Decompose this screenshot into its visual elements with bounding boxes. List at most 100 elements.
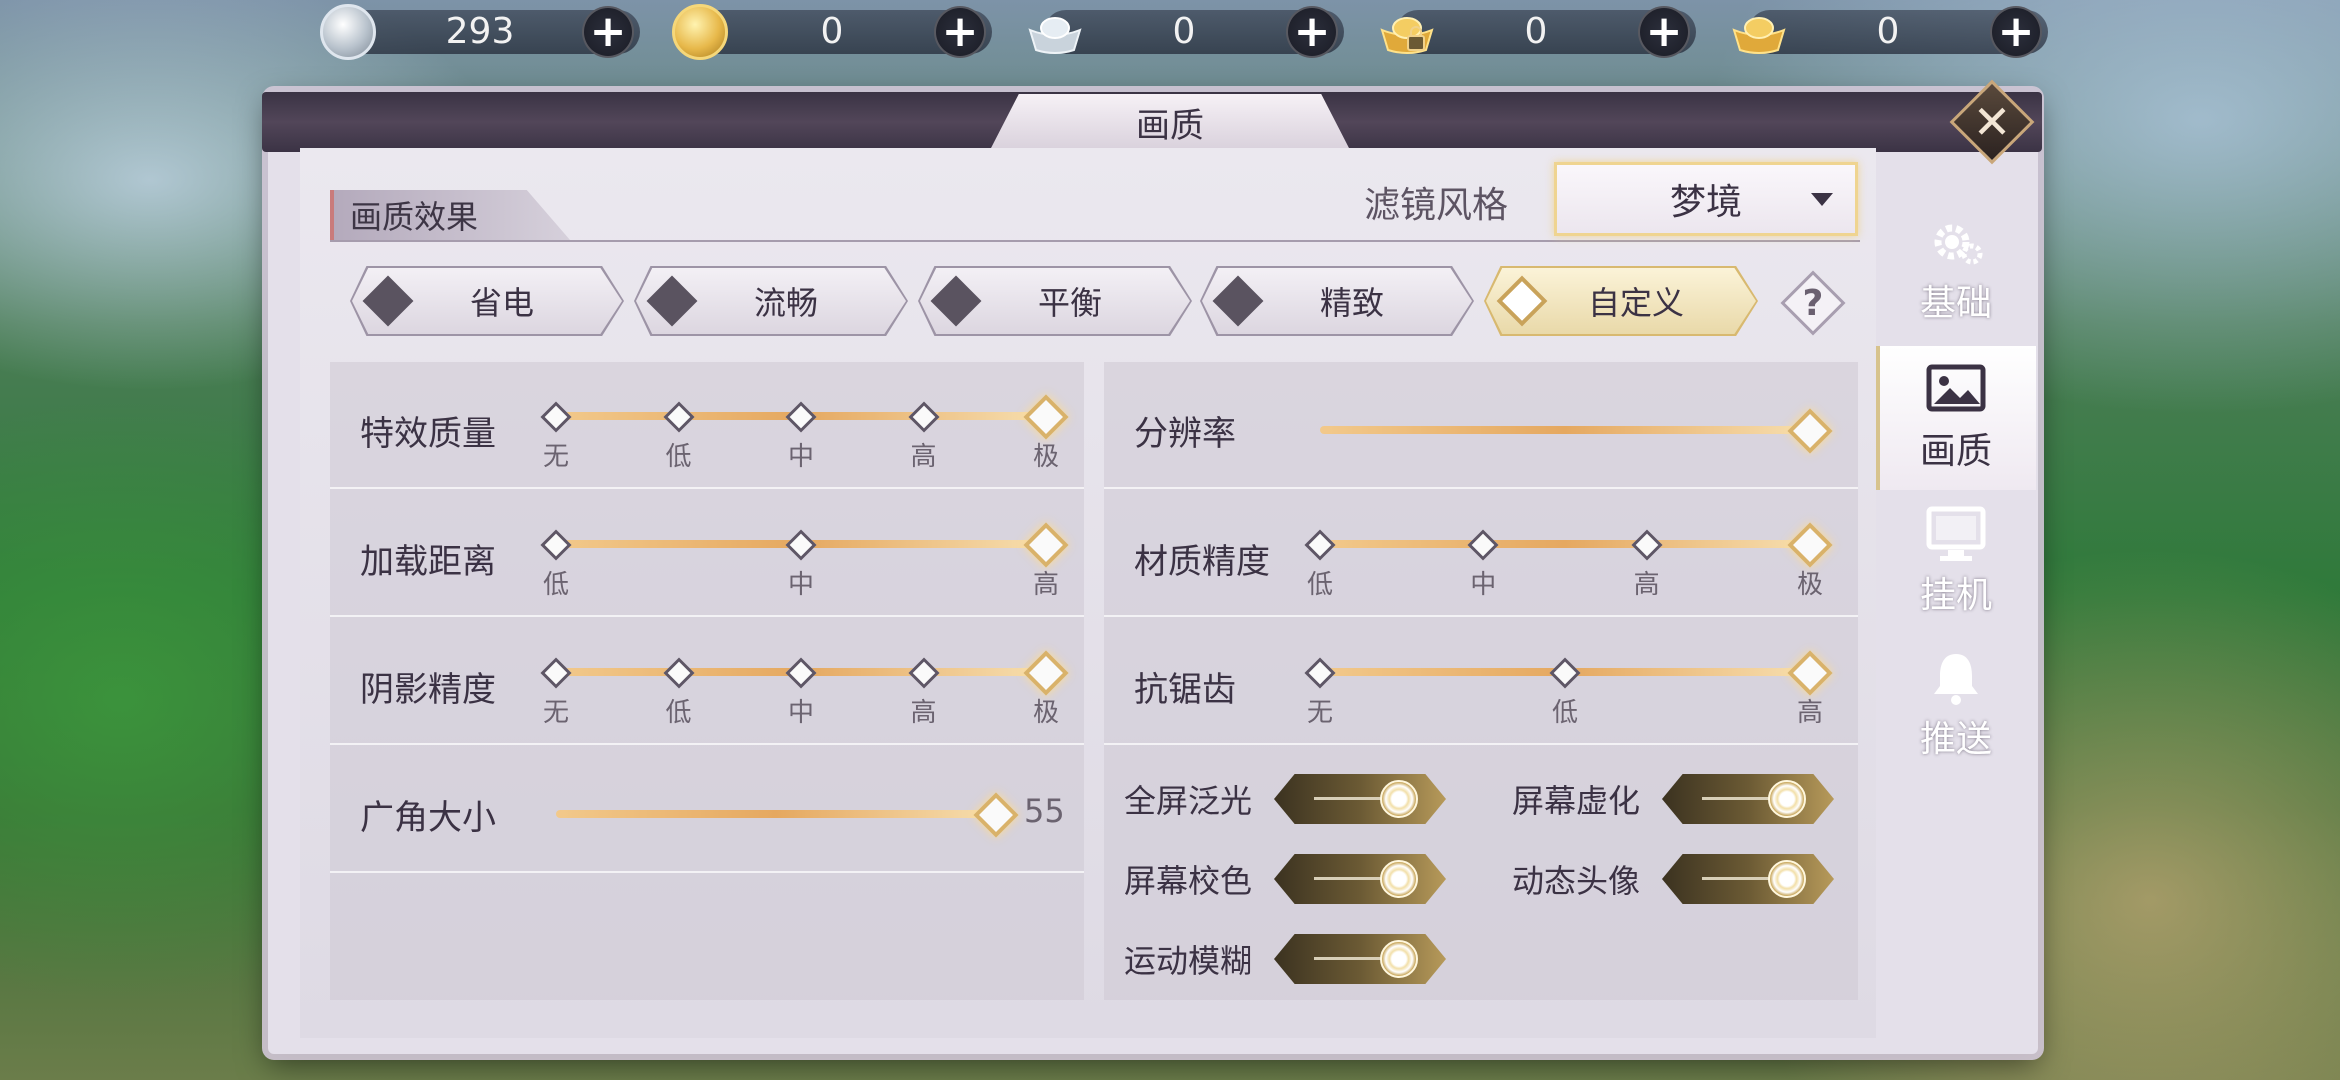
tick-label: 低: [1306, 570, 1333, 600]
add-silver-ingot-button[interactable]: +: [1286, 6, 1338, 58]
filter-style-value: 梦境: [1669, 182, 1742, 223]
motion-blur-toggle[interactable]: [1274, 934, 1446, 984]
tick-label: 极: [1032, 442, 1059, 472]
currency-bar: 293 + 0 + 0 + 0 + 0 +: [320, 0, 2080, 64]
slider-handle[interactable]: [973, 792, 1019, 838]
setting-row-load-distance: 加载距离 低 中 高: [330, 490, 1084, 617]
toggle-knob: [1768, 860, 1806, 898]
preset-balanced[interactable]: 平衡: [920, 268, 1190, 334]
diamond-icon: [362, 275, 414, 327]
preset-label: 平衡: [1037, 284, 1102, 322]
preset-label: 精致: [1319, 284, 1384, 322]
preset-smooth[interactable]: 流畅: [636, 268, 906, 334]
toggle-label: 动态头像: [1512, 862, 1641, 900]
close-icon: ✕: [1972, 95, 2012, 149]
slider-stop[interactable]: [540, 401, 572, 433]
side-tab-idle[interactable]: 挂机: [1876, 490, 2036, 634]
slider-stop[interactable]: [1631, 529, 1663, 561]
field-of-view-slider[interactable]: [556, 792, 1019, 876]
add-locked-gold-ingot-button[interactable]: +: [1638, 6, 1690, 58]
currency-silver-coin: 293 +: [320, 0, 672, 64]
add-silver-coin-button[interactable]: +: [582, 6, 634, 58]
toggle-line: [1702, 797, 1772, 800]
toggle-line: [1702, 877, 1772, 880]
diamond-icon: [1212, 275, 1264, 327]
tick-label: 极: [1796, 570, 1823, 600]
help-button[interactable]: ?: [1780, 270, 1846, 336]
tick-label: 无: [1306, 698, 1333, 728]
slider-handle[interactable]: [1023, 394, 1069, 440]
effects-quality-slider[interactable]: 无 低 中 高 极: [540, 394, 1069, 478]
slider-stop[interactable]: [907, 657, 940, 689]
slider-stop[interactable]: [1304, 657, 1336, 689]
texture-precision-slider[interactable]: 低 中 高 极: [1304, 522, 1833, 606]
toggle-row-dynamic-avatar: 动态头像: [1512, 852, 1834, 906]
tick-label: 中: [787, 442, 814, 472]
setting-row-field-of-view: 广角大小 55: [330, 746, 1084, 873]
toggle-line: [1314, 877, 1384, 880]
currency-value: 0: [820, 11, 844, 52]
slider-stop[interactable]: [785, 401, 817, 433]
slider-stop[interactable]: [540, 529, 572, 561]
side-tab-graphics[interactable]: 画质: [1876, 346, 2036, 490]
tick-label: 无: [542, 442, 569, 472]
slider-stop[interactable]: [1304, 529, 1336, 561]
preset-refined[interactable]: 精致: [1202, 268, 1472, 334]
anti-aliasing-slider[interactable]: 无 低 高: [1304, 650, 1833, 734]
setting-label: 抗锯齿: [1134, 670, 1236, 710]
filter-style-dropdown[interactable]: 梦境: [1554, 162, 1858, 236]
tick-label: 中: [787, 570, 814, 600]
load-distance-slider[interactable]: 低 中 高: [540, 522, 1069, 606]
resolution-slider[interactable]: [1320, 408, 1833, 492]
shadow-precision-slider[interactable]: 无 低 中 高 极: [540, 650, 1069, 734]
add-gold-ingot-button[interactable]: +: [1990, 6, 2042, 58]
tick-label: 无: [542, 698, 569, 728]
toggle-knob: [1768, 780, 1806, 818]
diamond-icon: [930, 275, 982, 327]
slider-rail: [1320, 540, 1810, 548]
currency-gold-coin: 0 +: [672, 0, 1024, 64]
tick-label: 极: [1032, 698, 1059, 728]
tick-label: 中: [1470, 570, 1497, 600]
dynamic-avatar-toggle[interactable]: [1662, 854, 1834, 904]
chevron-down-icon: [1811, 193, 1833, 206]
tick-label: 高: [1796, 698, 1823, 728]
slider-handle[interactable]: [1787, 650, 1833, 696]
slider-handle[interactable]: [1023, 522, 1069, 568]
currency-value: 293: [445, 11, 515, 52]
slider-handle[interactable]: [1787, 408, 1833, 454]
slider-handle[interactable]: [1023, 650, 1069, 696]
side-tab-push[interactable]: 推送: [1876, 634, 2036, 778]
diamond-icon: [646, 275, 698, 327]
slider-stop[interactable]: [907, 401, 940, 433]
tick-label: 高: [1633, 570, 1660, 600]
monitor-icon: [1924, 506, 1988, 562]
question-icon: ?: [1802, 282, 1824, 324]
toggle-row-screen-blur: 屏幕虚化: [1512, 772, 1834, 826]
toggle-label: 全屏泛光: [1124, 782, 1253, 820]
add-gold-coin-button[interactable]: +: [934, 6, 986, 58]
slider-handle[interactable]: [1787, 522, 1833, 568]
slider-stop[interactable]: [1549, 657, 1581, 689]
setting-label: 阴影精度: [360, 670, 496, 710]
tick-label: 低: [665, 442, 692, 472]
color-correction-toggle[interactable]: [1274, 854, 1446, 904]
preset-power-saving[interactable]: 省电: [352, 268, 622, 334]
currency-value: 0: [1876, 11, 1900, 52]
picture-icon: [1924, 362, 1988, 418]
slider-stop[interactable]: [540, 657, 572, 689]
preset-custom[interactable]: 自定义: [1486, 268, 1756, 334]
toggle-knob: [1380, 860, 1418, 898]
tick-label: 低: [665, 698, 692, 728]
slider-stop[interactable]: [785, 529, 817, 561]
tick-label: 中: [787, 698, 814, 728]
slider-stop[interactable]: [1467, 529, 1499, 561]
currency-value: 0: [1524, 11, 1548, 52]
screen-blur-toggle[interactable]: [1662, 774, 1834, 824]
setting-label: 特效质量: [360, 414, 496, 454]
slider-stop[interactable]: [785, 657, 817, 689]
slider-stop[interactable]: [662, 657, 695, 689]
side-tab-basic[interactable]: 基础: [1876, 198, 2036, 342]
fullscreen-bloom-toggle[interactable]: [1274, 774, 1446, 824]
slider-stop[interactable]: [662, 401, 695, 433]
